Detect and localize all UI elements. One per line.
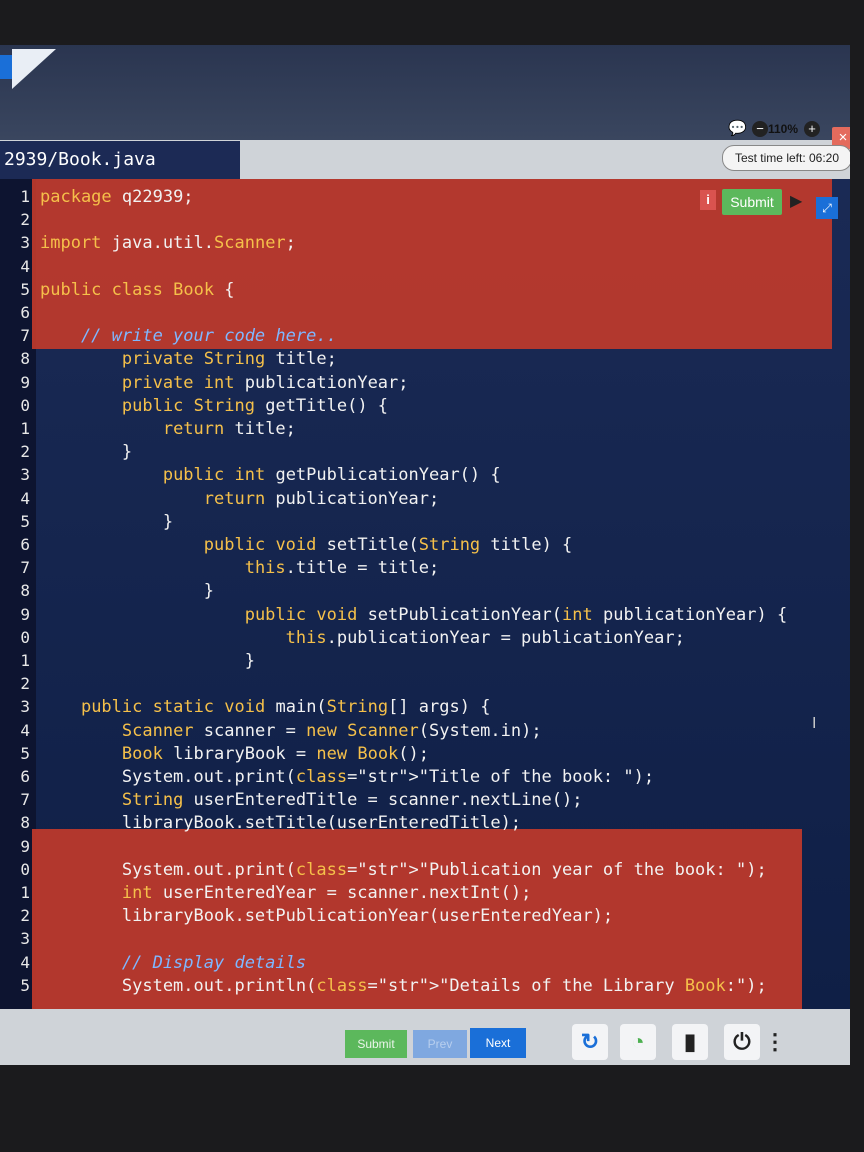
line-number: 4 [20,256,30,276]
line-number: 4 [20,952,30,972]
line-number: 6 [20,535,30,554]
line-number: 7 [20,326,30,346]
line-number: 2 [20,674,30,694]
line-number: 0 [20,395,30,415]
code-line: this.title = title; [244,558,440,579]
code-line: public void setTitle(String title) { [203,535,573,555]
line-number: 2 [20,210,30,230]
zoom-level: 110% [768,122,799,136]
line-number: 1 [20,187,30,206]
zoom-in-button[interactable]: + [804,121,820,137]
code-line: libraryBook.setTitle(userEnteredTitle); [40,813,522,834]
line-number: 4 [20,488,30,508]
code-line: libraryBook.setPublicationYear(userEnter… [40,906,614,927]
prev-button[interactable]: Prev [413,1030,467,1058]
submit-button-top[interactable]: Submit [722,189,782,215]
code-line: // Display details [40,952,307,973]
line-number: 6 [20,303,30,322]
test-timer: Test time left: 06:20 [722,145,850,171]
line-number: 5 [20,743,30,763]
more-icon[interactable]: ⋮ [764,1024,786,1060]
line-number: 0 [20,859,30,879]
code-line: String userEnteredTitle = scanner.nextLi… [121,790,583,811]
code-line: Scanner scanner = new Scanner(System.in)… [121,720,542,741]
line-number: 1 [20,419,30,438]
line-number: 6 [20,767,30,786]
code-line: this.publicationYear = publicationYear; [285,627,685,648]
code-line: } [40,442,133,463]
line-number: 5 [20,279,30,299]
code-line: return publicationYear; [203,488,440,509]
line-number: 7 [20,558,30,578]
line-number: 0 [20,627,30,647]
browser-tab-marker[interactable] [0,55,12,79]
line-number: 9 [20,604,30,624]
code-line: System.out.println(class="str">"Details … [40,975,767,996]
power-icon[interactable]: ⏻ [724,1024,760,1060]
code-line: public String getTitle() { [121,395,389,416]
file-tab[interactable]: 2939/Book.java [0,141,240,179]
next-button[interactable]: Next [470,1028,526,1058]
zoom-out-button[interactable]: − [752,121,768,137]
code-editor[interactable]: 1 2 3 4 5 6 7 8 9 0 1 2 3 4 5 6 7 8 9 0 1 2 3 4 5 6 7 8 9 0 1 2 3 4 5 pack… [0,179,850,1009]
line-number: 5 [20,975,30,995]
code-line: Book libraryBook = new Book(); [121,743,430,764]
text-cursor-icon: I [812,715,817,732]
code-line: int userEnteredYear = scanner.nextInt(); [121,883,532,903]
code-line: private String title; [121,349,337,370]
header-decoration [12,49,56,89]
code-line: public int getPublicationYear() { [162,465,501,486]
code-line: public void setPublicationYear(int publi… [244,604,788,625]
browser-header [0,45,850,140]
chat-icon[interactable]: 💬 [728,119,747,137]
line-number: 2 [20,906,30,926]
line-number: 8 [20,349,30,369]
refresh-icon[interactable]: ↻ [572,1024,608,1060]
code-line: import java.util.Scanner; [40,233,296,254]
line-number: 3 [20,465,30,485]
line-number: 4 [20,720,30,740]
line-number: 8 [20,581,30,601]
code-line: public class Book { [40,279,235,300]
code-line: public static void main(String[] args) { [80,697,491,718]
code-line: return title; [162,419,296,439]
code-line: } [40,651,255,671]
line-number: 3 [20,697,30,717]
line-number: 5 [20,511,30,531]
info-button[interactable]: i [700,190,716,210]
line-number: 8 [20,813,30,833]
code-line: } [40,511,174,532]
code-line: private int publicationYear; [121,372,409,393]
line-number-gutter: 1 2 3 4 5 6 7 8 9 0 1 2 3 4 5 6 7 8 9 0 1 2 3 4 5 6 7 8 9 0 1 2 3 4 5 [0,179,36,1009]
bottom-toolbar: Submit Prev Next ↻ ◔ ▮ ⏻ ⋮ [0,1010,850,1065]
play-icon[interactable]: ▶ [790,191,802,211]
battery-icon[interactable]: ▮ [672,1024,708,1060]
code-line: package q22939; [40,187,194,207]
line-number: 3 [20,233,30,253]
line-number: 3 [20,929,30,949]
line-number: 9 [20,836,30,856]
wifi-icon[interactable]: ◔ [620,1024,656,1060]
line-number: 7 [20,790,30,810]
line-number: 1 [20,651,30,670]
line-number: 9 [20,372,30,392]
code-line: System.out.print(class="str">"Publicatio… [40,859,767,880]
code-line: } [40,581,214,602]
monitor-screen: 💬 − 110% + × Test time left: 06:20 2939/… [0,45,850,1065]
code-line: System.out.print(class="str">"Title of t… [40,767,655,787]
expand-icon[interactable]: ⤢ [816,197,838,219]
line-number: 1 [20,883,30,902]
code-line: // write your code here.. [40,326,337,347]
submit-button[interactable]: Submit [345,1030,407,1058]
line-number: 2 [20,442,30,462]
